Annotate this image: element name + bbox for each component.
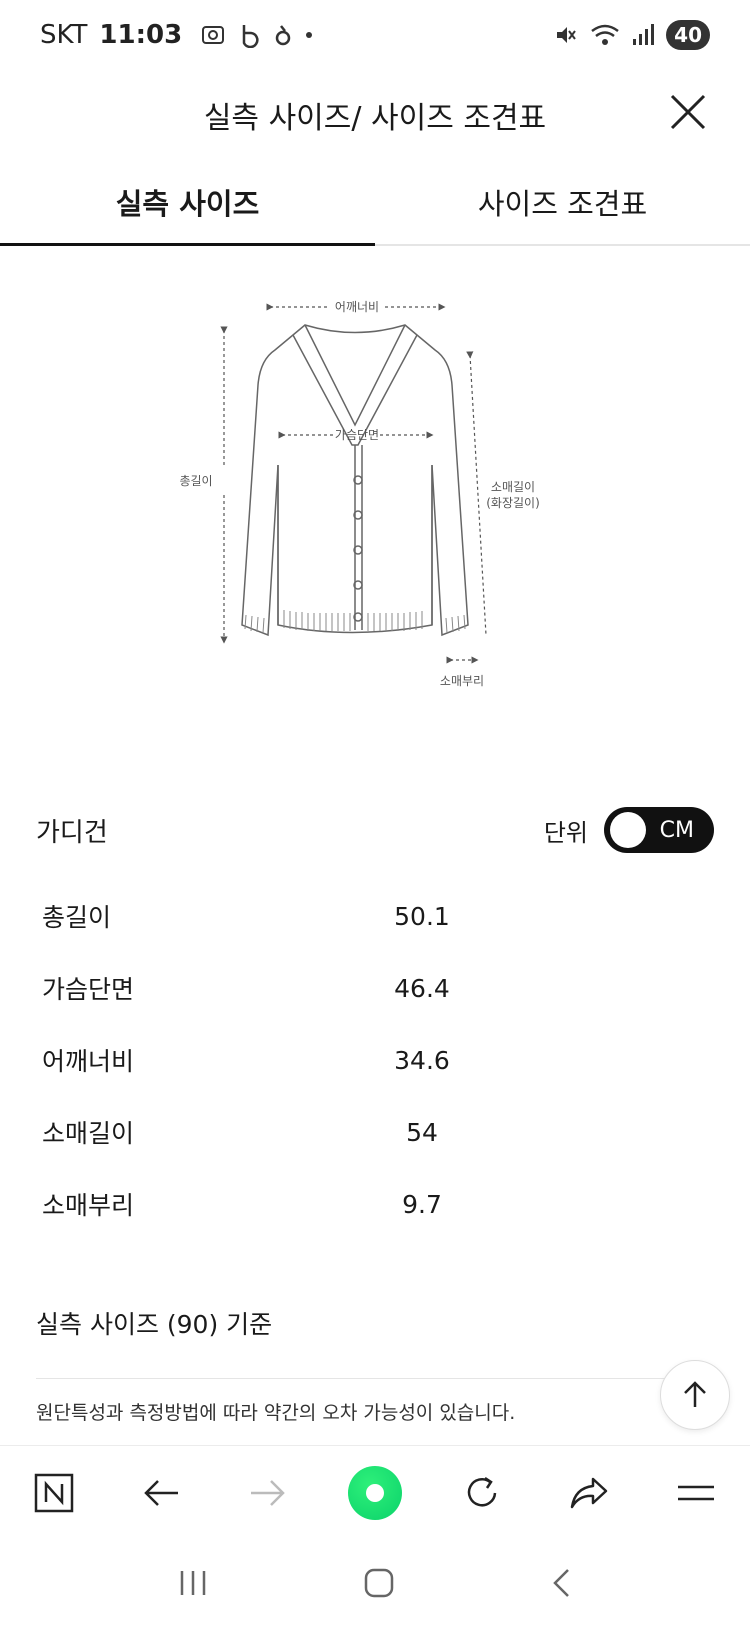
diagram-label-shoulder: 어깨너비 <box>335 300 379 314</box>
back-nav-icon[interactable] <box>549 1567 573 1599</box>
share-button[interactable] <box>559 1463 619 1523</box>
tab-measured-size[interactable]: 실측 사이즈 <box>0 160 375 246</box>
unit-label: 단위 <box>543 818 588 847</box>
arrow-up-icon <box>684 1381 706 1407</box>
modal-header: 실측 사이즈/ 사이즈 조견표 <box>0 70 750 160</box>
size-label: 가슴단면 <box>42 975 135 1004</box>
product-name: 가디건 <box>36 817 108 848</box>
size-value: 46.4 <box>394 973 450 1003</box>
size-value: 9.7 <box>402 1189 442 1219</box>
product-unit-row: 가디건 단위 CM <box>36 800 714 860</box>
diagram-label-sleeve: 소매길이 <box>491 480 535 494</box>
mute-icon <box>557 27 576 43</box>
status-time: 11:03 <box>99 20 183 50</box>
system-nav-bar <box>0 1540 750 1625</box>
menu-icon <box>678 1485 715 1501</box>
wifi-icon <box>591 24 619 45</box>
battery-indicator: 40 <box>666 20 710 50</box>
status-bar: SKT 11:03 40 <box>0 0 750 70</box>
naver-home-button[interactable] <box>24 1463 84 1523</box>
menu-button[interactable] <box>666 1463 726 1523</box>
size-value: 50.1 <box>394 901 450 931</box>
system-icons: 40 <box>554 20 710 50</box>
toggle-knob <box>610 812 646 848</box>
divider <box>36 1378 676 1379</box>
table-row: 소매부리 9.7 <box>42 1168 702 1240</box>
browser-toolbar <box>0 1445 750 1540</box>
app-icon <box>275 25 291 46</box>
cardigan-svg: 어깨너비 가슴단면 총길이 소매길이 (화장길이) 소매부리 <box>179 300 540 688</box>
table-row: 어깨너비 34.6 <box>42 1024 702 1096</box>
b-app-icon <box>242 25 259 48</box>
arrow-left-icon <box>143 1480 178 1506</box>
signal-icon <box>633 24 655 45</box>
unit-selector: 단위 CM <box>544 807 714 853</box>
tab-size-chart[interactable]: 사이즈 조견표 <box>375 160 750 244</box>
forward-button[interactable] <box>238 1463 298 1523</box>
diagram-label-sleeve-sub: (화장길이) <box>486 496 540 510</box>
scroll-top-button[interactable] <box>660 1360 730 1430</box>
unit-value: CM <box>659 817 694 843</box>
size-basis-text: 실측 사이즈 (90) 기준 <box>36 1310 273 1339</box>
size-value: 54 <box>406 1117 438 1147</box>
size-label: 총길이 <box>42 903 112 932</box>
recent-apps-icon[interactable] <box>177 1568 209 1598</box>
table-row: 소매길이 54 <box>42 1096 702 1168</box>
n-logo-icon <box>34 1473 73 1513</box>
refresh-button[interactable] <box>452 1463 512 1523</box>
home-icon[interactable] <box>363 1567 395 1599</box>
size-tabs: 실측 사이즈 사이즈 조견표 <box>0 160 750 246</box>
refresh-icon <box>467 1476 497 1507</box>
cardigan-diagram: 어깨너비 가슴단면 총길이 소매길이 (화장길이) 소매부리 <box>179 295 580 725</box>
diagram-label-length: 총길이 <box>180 474 213 488</box>
table-row: 총길이 50.1 <box>42 880 702 952</box>
share-icon <box>571 1477 608 1509</box>
diagram-label-cuff: 소매부리 <box>440 674 484 688</box>
size-label: 소매부리 <box>42 1191 135 1220</box>
tab-label: 사이즈 조견표 <box>477 187 648 221</box>
screenshot-icon <box>202 26 225 44</box>
measurement-notice: 원단특성과 측정방법에 따라 약간의 오차 가능성이 있습니다. <box>36 1402 516 1424</box>
green-home-button[interactable] <box>345 1463 405 1523</box>
back-button[interactable] <box>131 1463 191 1523</box>
dot-icon <box>306 32 313 38</box>
notification-icons <box>200 22 314 48</box>
diagram-label-chest: 가슴단면 <box>335 428 379 442</box>
size-value: 34.6 <box>394 1045 450 1075</box>
carrier-label: SKT <box>40 20 88 50</box>
size-label: 어깨너비 <box>42 1047 135 1076</box>
tab-label: 실측 사이즈 <box>115 187 260 221</box>
close-icon[interactable] <box>666 90 710 134</box>
page-title: 실측 사이즈/ 사이즈 조견표 <box>203 101 547 136</box>
green-circle-icon <box>347 1466 402 1520</box>
size-label: 소매길이 <box>42 1119 135 1148</box>
size-table: 총길이 50.1 가슴단면 46.4 어깨너비 34.6 소매길이 54 소매부… <box>42 880 702 1240</box>
unit-toggle[interactable]: CM <box>604 807 714 853</box>
table-row: 가슴단면 46.4 <box>42 952 702 1024</box>
arrow-right-icon <box>250 1480 285 1506</box>
